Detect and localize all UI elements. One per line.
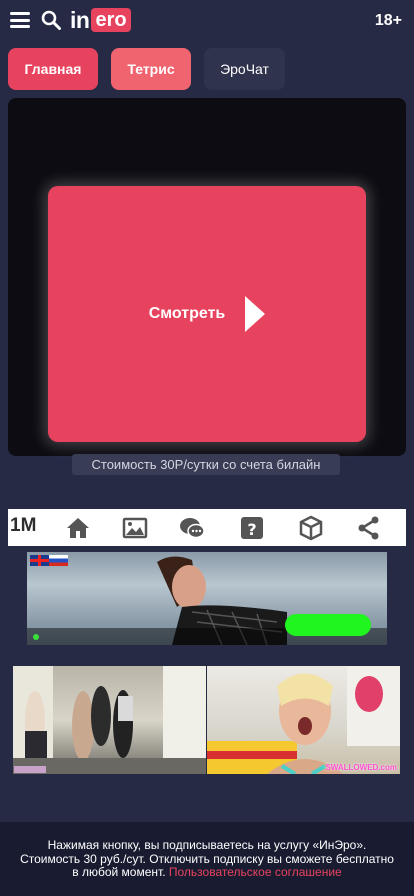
banner-ad[interactable] <box>27 552 387 645</box>
video-thumbnail[interactable]: SWALLOWED.com <box>207 666 400 774</box>
chat-icon[interactable] <box>178 514 206 542</box>
header: in ero 18+ <box>0 0 414 40</box>
svg-text:?: ? <box>247 520 256 539</box>
cube-icon[interactable] <box>297 514 325 542</box>
ru-flag-icon[interactable] <box>49 555 68 566</box>
thumbnail-photo <box>207 666 400 774</box>
footer-disclaimer: Нажимая кнопку, вы подписываетесь на усл… <box>20 838 394 880</box>
thumbnail-photo <box>13 666 206 774</box>
logo-ero-text: ero <box>91 8 131 32</box>
thumbnail-watermark <box>14 766 46 773</box>
language-flags <box>30 555 68 566</box>
search-icon[interactable] <box>41 10 61 30</box>
ad-nav-bar: 1M ? <box>8 509 406 546</box>
video-player: Смотреть <box>8 98 406 456</box>
uk-flag-icon[interactable] <box>30 555 49 566</box>
nav-tabs: Главная Тетрис ЭроЧат <box>8 48 285 90</box>
tab-tetris[interactable]: Тетрис <box>111 48 191 90</box>
home-icon[interactable] <box>64 514 92 542</box>
hamburger-menu-icon[interactable] <box>10 12 30 28</box>
tab-erochat[interactable]: ЭроЧат <box>204 48 285 90</box>
tab-main[interactable]: Главная <box>8 48 98 90</box>
watch-button[interactable]: Смотреть <box>48 186 366 442</box>
status-dot <box>33 634 39 640</box>
question-icon[interactable]: ? <box>238 514 266 542</box>
user-agreement-link[interactable]: Пользовательское соглашение <box>169 865 342 879</box>
site-logo[interactable]: in ero <box>70 7 131 33</box>
banner-cta-button[interactable] <box>285 614 371 636</box>
ad-brand-label[interactable]: 1M <box>10 515 36 537</box>
image-icon[interactable] <box>121 514 149 542</box>
logo-in-text: in <box>70 6 90 33</box>
thumbnail-watermark: SWALLOWED.com <box>325 763 397 772</box>
play-icon <box>245 296 266 332</box>
video-thumbnail[interactable] <box>13 666 206 774</box>
price-note: Стоимость 30Р/сутки со счета билайн <box>72 454 340 475</box>
share-icon[interactable] <box>355 514 383 542</box>
watch-button-label: Смотреть <box>148 305 226 322</box>
age-rating-label: 18+ <box>374 12 402 29</box>
footer: Нажимая кнопку, вы подписываетесь на усл… <box>0 822 414 896</box>
